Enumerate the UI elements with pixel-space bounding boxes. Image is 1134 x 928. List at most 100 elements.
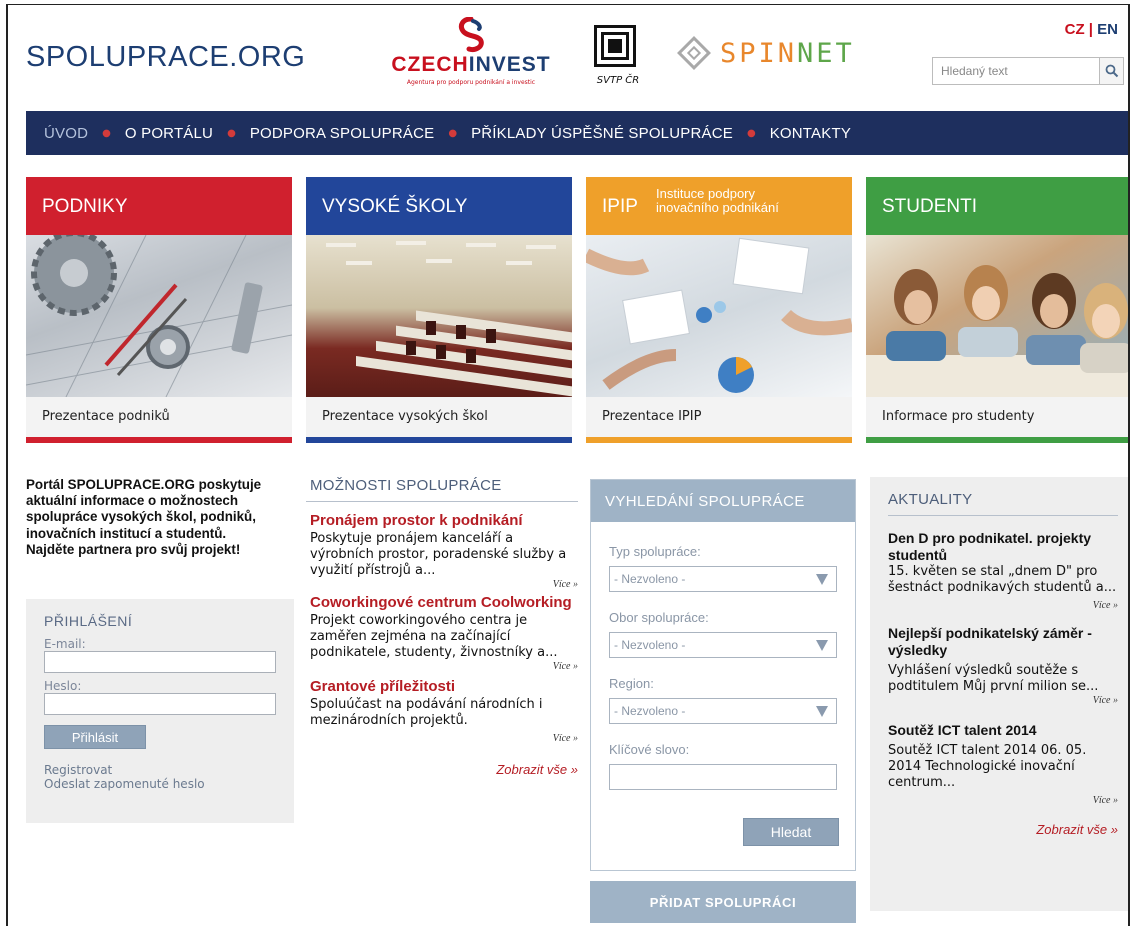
tile-image-meeting <box>586 235 852 397</box>
news-title: AKTUALITY <box>888 491 1118 516</box>
tile-caption: Prezentace vysokých škol <box>322 409 488 424</box>
tile-image-gears <box>26 235 292 397</box>
search-button[interactable] <box>1099 58 1123 84</box>
language-switcher: CZ | EN <box>1065 21 1118 38</box>
lecture-hall-illustration <box>326 241 572 397</box>
cooperation-item-title[interactable]: Grantové příležitosti <box>310 678 578 695</box>
tile-podniky[interactable]: PODNIKY Prezentace podniků <box>26 177 292 443</box>
lang-separator: | <box>1088 21 1093 38</box>
news-item-title[interactable]: Den D pro podnikatel. projekty studentů <box>888 530 1118 564</box>
svtp-emblem-icon <box>594 25 636 67</box>
type-label: Typ spolupráce: <box>609 544 701 559</box>
field-label: Obor spolupráce: <box>609 610 709 625</box>
students-illustration <box>866 265 1128 397</box>
add-cooperation-button[interactable]: PŘIDAT SPOLUPRÁCI <box>590 881 856 923</box>
gear-illustration <box>26 235 292 397</box>
chevron-down-icon <box>816 640 828 651</box>
nav-item-kontakty[interactable]: KONTAKTY <box>770 125 851 142</box>
chevron-down-icon <box>816 706 828 717</box>
page-frame: SPOLUPRACE.ORG CZECHINVEST Agentura pro … <box>6 4 1130 926</box>
nav-separator: ● <box>746 127 756 139</box>
spinnet-wordmark: SPINNET <box>720 38 855 69</box>
tile-title: IPIP <box>602 196 638 217</box>
search-panel-body: Typ spolupráce: - Nezvoleno - Obor spolu… <box>591 544 855 790</box>
tile-title: VYSOKÉ ŠKOLY <box>322 196 468 217</box>
more-link[interactable]: Více » <box>888 695 1118 706</box>
tile-color-bar <box>26 437 292 443</box>
nav-separator: ● <box>227 127 236 139</box>
keyword-field[interactable] <box>609 764 837 790</box>
show-all-cooperation-link[interactable]: Zobrazit vše » <box>306 762 578 777</box>
czechinvest-tagline: Agentura pro podporu podnikání a investi… <box>406 79 536 86</box>
tile-ipip[interactable]: IPIP Instituce podpory inovačního podnik… <box>586 177 852 443</box>
intro-paragraph: Portál SPOLUPRACE.ORG poskytuje aktuální… <box>26 477 262 541</box>
tile-image-students <box>866 235 1128 397</box>
nav-separator: ● <box>102 127 111 139</box>
more-link[interactable]: Více » <box>888 795 1118 806</box>
czechinvest-emblem-icon <box>458 17 484 52</box>
forgot-password-link[interactable]: Odeslat zapomenuté heslo <box>44 777 294 791</box>
chevron-down-icon <box>816 574 828 585</box>
nav-item-priklady[interactable]: PŘÍKLADY ÚSPĚŠNÉ SPOLUPRÁCE <box>471 125 733 142</box>
news-item-text: Vyhlášení výsledků soutěže s podtitulem … <box>888 663 1099 694</box>
more-link[interactable]: Více » <box>310 661 578 672</box>
news-item-title[interactable]: Soutěž ICT talent 2014 <box>888 722 1118 739</box>
tile-title: STUDENTI <box>882 196 977 217</box>
list-item: Den D pro podnikatel. projekty studentů … <box>888 530 1118 611</box>
tile-title: PODNIKY <box>42 196 128 217</box>
tile-header: STUDENTI <box>866 177 1128 235</box>
cooperation-item-title[interactable]: Pronájem prostor k podnikání <box>310 512 578 529</box>
spinnet-diamond-icon <box>677 36 711 70</box>
password-label: Heslo: <box>44 679 82 693</box>
search-submit-button[interactable]: Hledat <box>743 818 839 846</box>
svtp-label: SVTP ČR <box>596 75 640 86</box>
email-label: E-mail: <box>44 637 86 651</box>
password-field[interactable] <box>44 693 276 715</box>
more-link[interactable]: Více » <box>310 733 578 744</box>
register-link[interactable]: Registrovat <box>44 763 294 777</box>
type-select-value: - Nezvoleno - <box>614 572 686 586</box>
cooperation-item-title[interactable]: Coworkingové centrum Coolworking <box>310 594 578 611</box>
list-item: Nejlepší podnikatelský záměr - výsledky … <box>888 625 1118 706</box>
region-label: Region: <box>609 676 654 691</box>
region-select-value: - Nezvoleno - <box>614 704 686 718</box>
cooperation-title: MOŽNOSTI SPOLUPRÁCE <box>306 477 578 502</box>
tile-caption: Informace pro studenty <box>882 409 1035 424</box>
type-select[interactable]: - Nezvoleno - <box>609 566 837 592</box>
login-button[interactable]: Přihlásit <box>44 725 146 749</box>
nav-separator: ● <box>448 127 458 139</box>
news-item-title[interactable]: Nejlepší podnikatelský záměr - výsledky <box>888 625 1118 659</box>
intro-text: Portál SPOLUPRACE.ORG poskytuje aktuální… <box>26 477 296 558</box>
more-link[interactable]: Více » <box>888 600 1118 611</box>
field-select[interactable]: - Nezvoleno - <box>609 632 837 658</box>
tile-studenti[interactable]: STUDENTI Informace pro studenty <box>866 177 1128 443</box>
email-field[interactable] <box>44 651 276 673</box>
nav-item-o-portalu[interactable]: O PORTÁLU <box>125 125 213 142</box>
header-search <box>932 57 1124 85</box>
tile-header: IPIP Instituce podpory inovačního podnik… <box>586 177 852 235</box>
nav-item-podpora-spoluprace[interactable]: PODPORA SPOLUPRÁCE <box>250 125 435 142</box>
site-logo[interactable]: SPOLUPRACE.ORG <box>26 41 305 74</box>
region-select[interactable]: - Nezvoleno - <box>609 698 837 724</box>
list-item: Grantové příležitosti Spoluúčast na podá… <box>306 678 578 744</box>
search-input[interactable] <box>933 58 1101 84</box>
list-item: Coworkingové centrum Coolworking Projekt… <box>306 594 578 672</box>
news-item-text: 15. květen se stal „dnem D" pro šestnáct… <box>888 564 1117 595</box>
tile-caption: Prezentace podniků <box>42 409 170 424</box>
lang-en-link[interactable]: EN <box>1097 21 1118 38</box>
czechinvest-name: CZECHINVEST <box>391 53 551 76</box>
czechinvest-logo[interactable]: CZECHINVEST Agentura pro podporu podniká… <box>386 15 566 97</box>
search-panel-title: VYHLEDÁNÍ SPOLUPRÁCE <box>591 480 855 522</box>
lang-cz-link[interactable]: CZ <box>1065 21 1085 38</box>
nav-item-uvod[interactable]: ÚVOD <box>44 125 88 142</box>
tile-vysoke-skoly[interactable]: VYSOKÉ ŠKOLY Prezentace vysokých škol <box>306 177 572 443</box>
keyword-label: Klíčové slovo: <box>609 742 690 757</box>
svtp-logo[interactable]: SVTP ČR <box>588 25 648 95</box>
tile-subtitle: Instituce podpory inovačního podnikání <box>656 186 779 215</box>
tile-header: PODNIKY <box>26 177 292 235</box>
more-link[interactable]: Více » <box>310 579 578 590</box>
spinnet-logo[interactable]: SPINNET <box>676 36 886 73</box>
list-item: Pronájem prostor k podnikání Poskytuje p… <box>306 512 578 590</box>
show-all-news-link[interactable]: Zobrazit vše » <box>888 822 1118 837</box>
tile-color-bar <box>866 437 1128 443</box>
